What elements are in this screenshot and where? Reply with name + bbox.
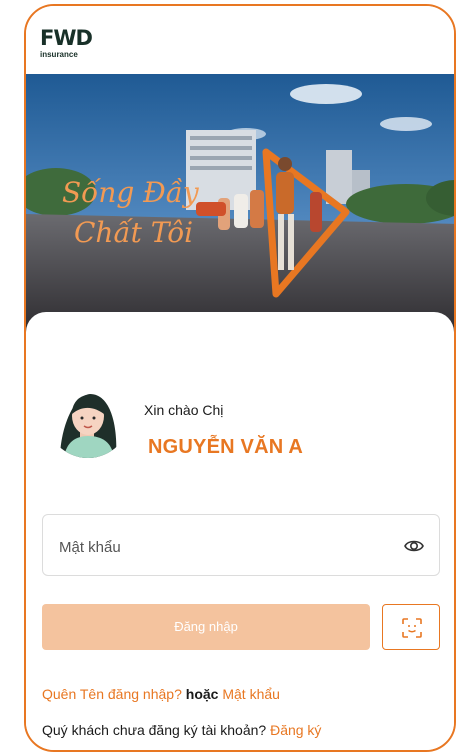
forgot-credentials: Quên Tên đăng nhập? hoặc Mật khẩu — [42, 686, 280, 702]
avatar — [46, 374, 130, 458]
forgot-username-link[interactable]: Quên Tên đăng nhập? — [42, 686, 182, 702]
hero-slogan-line1: Sống Đầy — [62, 176, 200, 209]
password-field[interactable] — [42, 514, 440, 576]
greeting-text: Xin chào Chị — [144, 402, 224, 418]
logo-subtext: insurance — [40, 50, 78, 59]
face-id-button[interactable] — [382, 604, 440, 650]
app-header: FWD insurance — [26, 6, 454, 74]
or-text: hoặc — [185, 686, 219, 702]
face-id-icon — [402, 618, 422, 638]
hero-image: Sống Đầy Chất Tôi — [26, 74, 454, 334]
password-input[interactable] — [57, 533, 391, 561]
eye-icon[interactable] — [403, 536, 425, 556]
logo-text: FWD — [40, 26, 93, 50]
avatar-illustration — [46, 374, 130, 458]
phone-frame: FWD insurance Sống Đầy Chất Tôi Xin chào… — [24, 4, 456, 752]
forgot-password-link[interactable]: Mật khẩu — [222, 686, 280, 702]
no-account-text: Quý khách chưa đăng ký tài khoản? — [42, 722, 267, 738]
customer-name: NGUYỄN VĂN A — [148, 436, 304, 458]
login-button[interactable]: Đăng nhập — [42, 604, 370, 650]
register-prompt: Quý khách chưa đăng ký tài khoản? Đăng k… — [42, 722, 321, 738]
register-link[interactable]: Đăng ký — [270, 722, 321, 738]
hero-slogan-line2: Chất Tôi — [74, 216, 193, 249]
fwd-logo: FWD insurance — [40, 26, 110, 66]
hero-banner: Sống Đầy Chất Tôi — [26, 74, 454, 334]
login-card: Xin chào Chị NGUYỄN VĂN A Đăng nhập Quên… — [26, 312, 454, 750]
